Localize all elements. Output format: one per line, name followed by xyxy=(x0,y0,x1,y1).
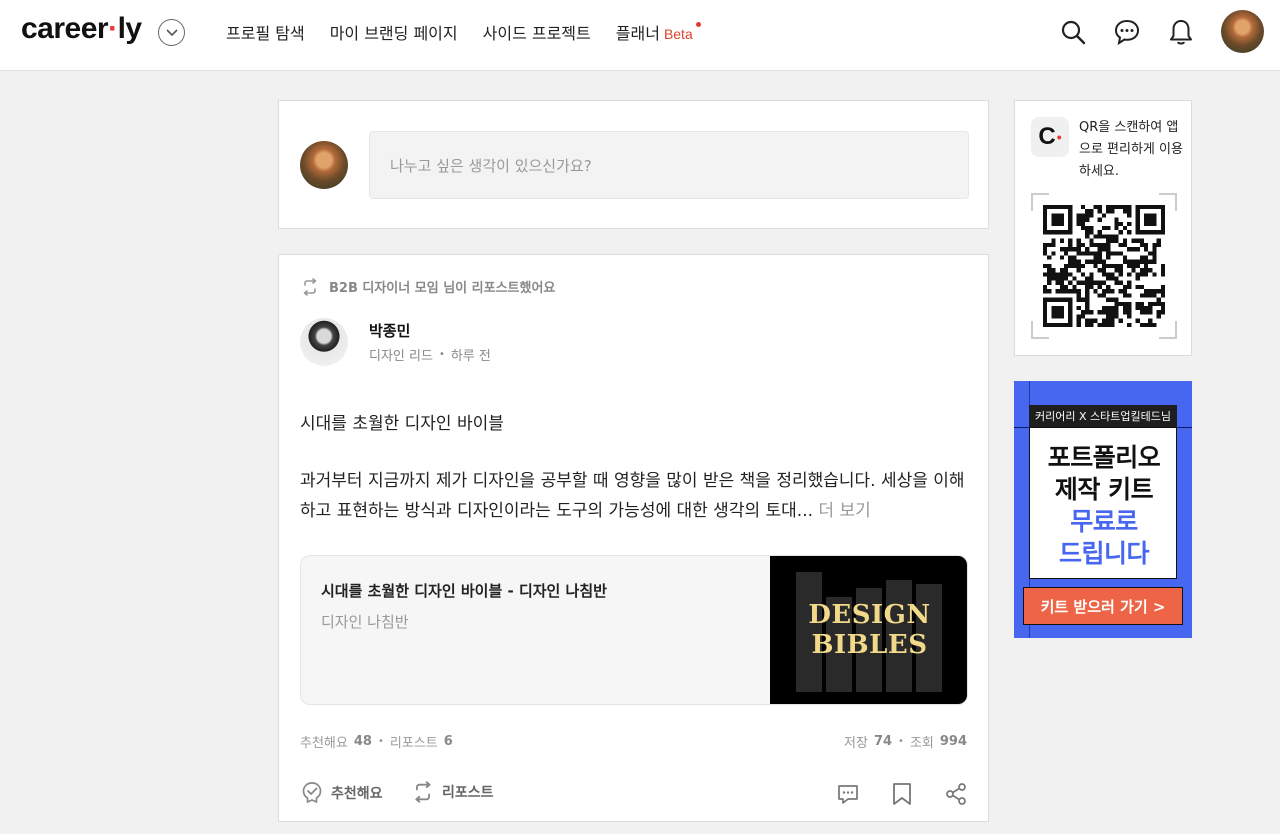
new-dot-indicator xyxy=(695,22,701,27)
thumbnail-text-line2: BIBLES xyxy=(811,630,928,660)
logo-dot: · xyxy=(108,12,118,45)
qr-code-image xyxy=(1043,205,1165,327)
link-preview-card[interactable]: 시대를 초월한 디자인 바이블 - 디자인 나침반 디자인 나침반 DESIGN… xyxy=(300,555,968,705)
post-stats-left: 추천해요 48 • 리포스트 6 xyxy=(300,732,453,751)
link-preview-title: 시대를 초월한 디자인 바이블 - 디자인 나침반 xyxy=(321,582,607,600)
portfolio-kit-ad-banner[interactable]: 커리어리 X 스타트업킬테드님 포트폴리오 제작 키트 무료로 드립니다 키트 … xyxy=(1014,381,1192,638)
post-stats-right: 저장 74 • 조회 994 xyxy=(844,732,967,751)
save-stat-label: 저장 xyxy=(844,736,868,751)
qr-code xyxy=(1031,193,1177,339)
ad-headline-panel: 포트폴리오 제작 키트 무료로 드립니다 xyxy=(1029,427,1177,579)
repost-notice-text: B2B 디자이너 모임 님이 리포스트했어요 xyxy=(329,281,556,296)
ad-headline-line3: 무료로 xyxy=(1070,507,1138,536)
messages-button[interactable] xyxy=(1112,17,1142,47)
ad-headline-line4: 드립니다 xyxy=(1058,539,1150,568)
notifications-button[interactable] xyxy=(1166,17,1196,47)
top-header: career·ly 프로필 탐색 마이 브랜딩 페이지 사이드 프로젝트 플래너… xyxy=(0,0,1280,71)
chat-icon xyxy=(1114,19,1140,46)
share-button[interactable] xyxy=(943,781,969,807)
nav-planner[interactable]: 플래너 Beta xyxy=(615,20,701,44)
ad-top-label: 커리어리 X 스타트업킬테드님 xyxy=(1029,405,1177,427)
author-role: 디자인 리드 xyxy=(369,349,433,364)
post-composer-input[interactable]: 나누고 싶은 생각이 있으신가요? xyxy=(369,131,969,199)
service-switcher-button[interactable] xyxy=(158,19,185,46)
logo-tail: ly xyxy=(117,12,143,45)
feed-post: B2B 디자이너 모임 님이 리포스트했어요 박종민 디자인 리드 • 하루 전… xyxy=(278,254,989,822)
repost-count[interactable]: 6 xyxy=(444,734,453,749)
user-avatar[interactable] xyxy=(1221,10,1264,53)
thumbnail-text-line1: DESIGN xyxy=(808,600,931,630)
nav-side-project[interactable]: 사이드 프로젝트 xyxy=(483,20,591,44)
post-title: 시대를 초월한 디자인 바이블 xyxy=(300,414,504,434)
view-stat-label: 조회 xyxy=(909,736,934,751)
chevron-down-icon xyxy=(165,28,178,36)
ad-headline-line2: 제작 키트 xyxy=(1054,475,1154,504)
search-button[interactable] xyxy=(1058,17,1088,47)
careerly-logo[interactable]: career·ly xyxy=(21,12,142,46)
thumbs-up-badge-icon xyxy=(302,782,322,803)
link-preview-thumbnail: DESIGN BIBLES xyxy=(770,556,967,704)
comment-icon xyxy=(838,785,858,804)
main-nav: 프로필 탐색 마이 브랜딩 페이지 사이드 프로젝트 플래너 Beta xyxy=(226,20,718,44)
repost-icon xyxy=(303,277,317,296)
repost-notice: B2B 디자이너 모임 님이 리포스트했어요 xyxy=(301,277,555,296)
bookmark-button[interactable] xyxy=(889,781,915,807)
author-avatar[interactable] xyxy=(300,318,348,366)
logo-text: career xyxy=(21,12,109,45)
link-preview-source: 디자인 나침반 xyxy=(321,613,409,631)
bell-icon xyxy=(1170,20,1192,45)
post-body: 과거부터 지금까지 제가 디자인을 공부할 때 영향을 많이 받은 책을 정리했… xyxy=(300,466,968,526)
author-name[interactable]: 박종민 xyxy=(369,320,410,341)
like-button-label: 추천해요 xyxy=(331,786,383,802)
careerly-app-icon: C • xyxy=(1031,117,1069,157)
composer-avatar xyxy=(300,141,348,189)
beta-badge: Beta xyxy=(663,26,693,42)
meta-separator: • xyxy=(438,349,445,360)
nav-profile-explore[interactable]: 프로필 탐색 xyxy=(226,20,305,44)
save-count: 74 xyxy=(873,734,893,749)
view-count: 994 xyxy=(939,734,967,749)
repost-button[interactable]: 리포스트 xyxy=(412,781,494,803)
bookmark-icon xyxy=(893,783,911,805)
like-stat-label: 추천해요 xyxy=(300,736,348,751)
ad-cta-button[interactable]: 키트 받으러 가기 > xyxy=(1023,587,1183,625)
author-meta: 디자인 리드 • 하루 전 xyxy=(369,345,491,364)
share-icon xyxy=(946,783,966,805)
like-button[interactable]: 추천해요 xyxy=(301,781,383,805)
ad-headline-line1: 포트폴리오 xyxy=(1047,443,1161,472)
repost-icon xyxy=(415,781,431,803)
comment-button[interactable] xyxy=(835,781,861,807)
app-qr-card: C • QR을 스캔하여 앱으로 편리하게 이용하세요. xyxy=(1014,100,1192,356)
stats-separator: • xyxy=(898,736,904,747)
qr-instruction: QR을 스캔하여 앱으로 편리하게 이용하세요. xyxy=(1079,120,1183,179)
see-more-link[interactable]: 더 보기 xyxy=(818,501,870,521)
repost-button-label: 리포스트 xyxy=(442,785,494,801)
app-icon-letter: C xyxy=(1038,123,1056,150)
like-count[interactable]: 48 xyxy=(354,734,372,749)
post-composer: 나누고 싶은 생각이 있으신가요? xyxy=(278,100,989,229)
search-icon xyxy=(1061,20,1086,45)
post-time: 하루 전 xyxy=(450,349,491,364)
stats-separator: • xyxy=(377,736,384,747)
repost-stat-label: 리포스트 xyxy=(389,736,438,751)
nav-planner-label: 플래너 xyxy=(615,24,660,43)
nav-my-branding[interactable]: 마이 브랜딩 페이지 xyxy=(330,20,458,44)
